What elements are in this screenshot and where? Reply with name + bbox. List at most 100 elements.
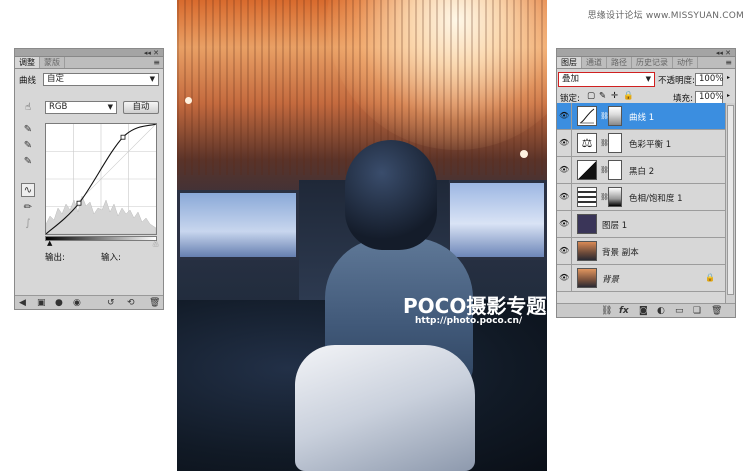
pencil-draw-icon[interactable]: ✏ <box>21 201 35 215</box>
curve-control-point[interactable] <box>120 134 126 140</box>
preset-select[interactable]: 自定 ▼ <box>43 73 159 86</box>
scroll-thumb[interactable] <box>727 105 734 295</box>
poco-logo: POCO摄影专题 <box>403 294 547 318</box>
tab-adjustments[interactable]: 调整 <box>15 57 40 68</box>
previous-state-icon[interactable]: ↺ <box>107 297 115 309</box>
white-cloth <box>295 345 475 471</box>
back-arrow-icon[interactable]: ◀ <box>19 297 26 309</box>
layer-name: 黑白 2 <box>629 167 655 177</box>
panel-topbar[interactable]: ◂◂ ✕ <box>557 49 735 57</box>
panel-menu-icon[interactable]: ≡ <box>725 57 732 69</box>
curve-point-tool-icon[interactable]: ∿ <box>21 183 35 197</box>
channel-select[interactable]: RGB ▼ <box>45 101 117 114</box>
blend-row: 叠加 ▼ 不透明度: 100% ▸ <box>557 69 735 89</box>
tab-actions[interactable]: 动作 <box>673 57 698 68</box>
layer-row[interactable]: 👁 背景 副本 <box>557 238 725 265</box>
new-adjustment-icon[interactable]: ◐ <box>657 305 665 317</box>
curve-control-point[interactable] <box>76 200 82 206</box>
expanded-view-icon[interactable]: ▣ <box>37 297 46 309</box>
clip-layer-icon[interactable]: ● <box>55 297 63 309</box>
adjustments-tabs: 调整 蒙版 ≡ <box>15 57 163 69</box>
lock-position-icon[interactable]: ✛ <box>611 91 618 101</box>
eye-column: 👁 <box>557 130 572 157</box>
eye-column: 👁 <box>557 238 572 265</box>
white-point-slider-icon[interactable]: △ <box>153 239 158 247</box>
tab-paths[interactable]: 路径 <box>607 57 632 68</box>
opacity-input[interactable]: 100% <box>695 73 723 86</box>
trash-icon[interactable]: 🗑 <box>711 305 722 317</box>
layer-row[interactable]: 👁 ⚖ ⛓ 色彩平衡 1 <box>557 130 725 157</box>
layers-scrollbar[interactable] <box>725 103 735 303</box>
panel-menu-icon[interactable]: ≡ <box>153 57 160 69</box>
chevron-down-icon: ▼ <box>107 103 113 111</box>
lock-all-icon[interactable]: 🔒 <box>623 91 634 101</box>
fill-arrow-icon[interactable]: ▸ <box>727 92 730 99</box>
layer-mask-thumb[interactable] <box>608 160 622 180</box>
eye-column: 👁 <box>557 157 572 184</box>
canvas-photo: POCO摄影专题 http://photo.poco.cn/ <box>177 0 547 471</box>
link-layers-icon[interactable]: ⛓ <box>601 305 612 317</box>
tab-channels[interactable]: 通道 <box>582 57 607 68</box>
layer-name: 色彩平衡 1 <box>629 140 672 150</box>
chevron-down-icon: ▼ <box>645 75 651 83</box>
preset-row: 曲线 自定 ▼ <box>15 72 163 88</box>
new-layer-icon[interactable]: ❏ <box>693 305 701 317</box>
preset-value: 自定 <box>47 74 65 84</box>
visibility-eye-icon[interactable]: 👁 <box>559 273 569 283</box>
visibility-eye-icon[interactable]: 👁 <box>559 111 569 121</box>
visibility-eye-icon[interactable]: 👁 <box>559 219 569 229</box>
eyedropper-gray-icon[interactable]: ✎ <box>21 139 35 153</box>
layer-name: 色相/饱和度 1 <box>629 194 683 204</box>
layer-row[interactable]: 👁 ⛓ 黑白 2 <box>557 157 725 184</box>
layer-mask-thumb[interactable] <box>608 106 622 126</box>
add-mask-icon[interactable]: ◙ <box>639 305 648 317</box>
preset-label: 曲线 <box>19 76 37 86</box>
eyedropper-white-icon[interactable]: ✎ <box>21 155 35 169</box>
new-group-icon[interactable]: ▭ <box>675 305 684 317</box>
visibility-eye-icon[interactable]: 👁 <box>559 138 569 148</box>
visibility-eye-icon[interactable]: 👁 <box>559 192 569 202</box>
balance-scale-icon: ⚖ <box>577 133 597 153</box>
visibility-eye-icon[interactable]: 👁 <box>559 246 569 256</box>
tab-layers[interactable]: 图层 <box>557 57 582 68</box>
layer-name: 背景 副本 <box>602 248 639 258</box>
layers-tabs: 图层 通道 路径 历史记录 动作 ≡ <box>557 57 735 69</box>
tab-history[interactable]: 历史记录 <box>632 57 673 68</box>
target-adjust-hand-icon[interactable]: ☝ <box>21 101 35 115</box>
black-point-slider-icon[interactable]: ▲ <box>47 239 52 247</box>
layer-row[interactable]: 👁 ⛓ 曲线 1 <box>557 103 725 130</box>
eye-column: 👁 <box>557 265 572 292</box>
layer-name: 图层 1 <box>602 221 628 231</box>
reset-icon[interactable]: ⟲ <box>127 297 135 309</box>
light-spot <box>520 150 528 158</box>
curves-graph[interactable] <box>45 123 157 235</box>
layer-mask-thumb[interactable] <box>608 133 622 153</box>
opacity-arrow-icon[interactable]: ▸ <box>727 74 730 81</box>
visibility-eye-icon[interactable]: ◉ <box>73 297 81 309</box>
input-label: 输入: <box>101 253 121 263</box>
layer-row[interactable]: 👁 背景 🔒 <box>557 265 725 292</box>
lock-pixels-icon[interactable]: ✎ <box>599 91 606 101</box>
layer-row[interactable]: 👁 图层 1 <box>557 211 725 238</box>
curves-svg[interactable] <box>45 123 157 235</box>
smooth-curve-icon[interactable]: ∫ <box>21 217 35 231</box>
curves-adjustment-icon <box>577 106 597 126</box>
layer-style-fx-icon[interactable]: fx <box>619 305 629 317</box>
adjustments-bottombar: ◀ ▣ ● ◉ ↺ ⟲ 🗑 <box>15 295 163 309</box>
layer-thumb <box>577 268 597 288</box>
eye-column: 👁 <box>557 211 572 238</box>
eyedropper-black-icon[interactable]: ✎ <box>21 123 35 137</box>
channel-value: RGB <box>49 102 68 112</box>
fill-value: 100% <box>699 92 724 102</box>
layers-bottombar: ⛓ fx ◙ ◐ ▭ ❏ 🗑 <box>557 303 735 317</box>
lock-transparency-icon[interactable]: ▢ <box>587 91 595 101</box>
layer-mask-thumb[interactable] <box>608 187 622 207</box>
layer-row[interactable]: 👁 ⛓ 色相/饱和度 1 <box>557 184 725 211</box>
panel-topbar[interactable]: ◂◂ ✕ <box>15 49 163 57</box>
blend-mode-select[interactable]: 叠加 ▼ <box>558 72 655 87</box>
visibility-eye-icon[interactable]: 👁 <box>559 165 569 175</box>
auto-button[interactable]: 自动 <box>123 101 159 114</box>
trash-icon[interactable]: 🗑 <box>149 297 160 309</box>
tab-masks[interactable]: 蒙版 <box>40 57 65 68</box>
window-left <box>177 190 299 260</box>
